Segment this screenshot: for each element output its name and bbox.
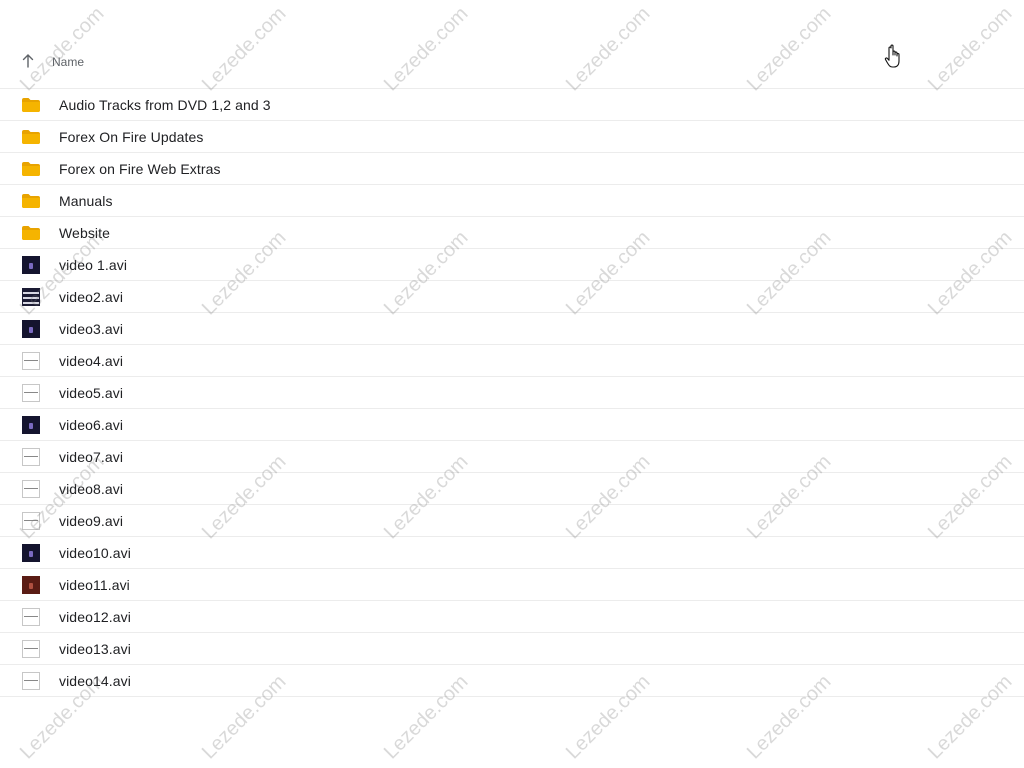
file-row[interactable]: video5.avi	[0, 377, 1024, 409]
name-column-header: Name	[52, 55, 85, 69]
file-row[interactable]: video14.avi	[0, 665, 1024, 697]
video-thumbnail-icon	[22, 512, 40, 530]
folder-row[interactable]: Manuals	[0, 185, 1024, 217]
file-name: video 1.avi	[59, 256, 128, 273]
file-name: video14.avi	[59, 672, 131, 689]
file-row[interactable]: video6.avi	[0, 409, 1024, 441]
file-row[interactable]: video3.avi	[0, 313, 1024, 345]
video-thumbnail-icon	[22, 672, 40, 690]
video-thumbnail-icon	[22, 448, 40, 466]
file-name: video12.avi	[59, 608, 131, 625]
list-header: Name	[0, 44, 1024, 89]
video-thumbnail-icon	[22, 416, 40, 434]
video-thumbnail-icon	[22, 256, 40, 274]
file-name: video2.avi	[59, 288, 124, 305]
file-row[interactable]: video13.avi	[0, 633, 1024, 665]
video-thumbnail-icon	[22, 384, 40, 402]
file-row[interactable]: video4.avi	[0, 345, 1024, 377]
file-name: video5.avi	[59, 384, 124, 401]
folder-name: Forex on Fire Web Extras	[59, 160, 221, 177]
arrow-up-icon	[22, 53, 40, 71]
folder-icon	[22, 160, 40, 178]
file-row[interactable]: video 1.avi	[0, 249, 1024, 281]
video-thumbnail-icon	[22, 544, 40, 562]
file-name: video4.avi	[59, 352, 124, 369]
folder-name: Website	[59, 224, 111, 241]
folder-icon	[22, 224, 40, 242]
file-row[interactable]: video9.avi	[0, 505, 1024, 537]
video-thumbnail-icon	[22, 608, 40, 626]
file-row[interactable]: video10.avi	[0, 537, 1024, 569]
video-thumbnail-icon	[22, 480, 40, 498]
video-thumbnail-icon	[22, 320, 40, 338]
folder-name: Forex On Fire Updates	[59, 128, 204, 145]
folder-row[interactable]: Forex on Fire Web Extras	[0, 153, 1024, 185]
video-thumbnail-icon	[22, 640, 40, 658]
video-thumbnail-icon	[22, 288, 40, 306]
folder-icon	[22, 192, 40, 210]
file-browser: Name Audio Tracks from DVD 1,2 and 3 Fore…	[0, 0, 1024, 768]
sort-by-name-button[interactable]: Name	[22, 51, 84, 73]
file-name: video7.avi	[59, 448, 124, 465]
file-name: video10.avi	[59, 544, 131, 561]
folder-name: Audio Tracks from DVD 1,2 and 3	[59, 96, 271, 113]
file-row[interactable]: video8.avi	[0, 473, 1024, 505]
file-name: video11.avi	[59, 576, 130, 593]
folder-row[interactable]: Website	[0, 217, 1024, 249]
file-name: video3.avi	[59, 320, 124, 337]
file-name: video8.avi	[59, 480, 124, 497]
folder-row[interactable]: Forex On Fire Updates	[0, 121, 1024, 153]
folder-icon	[22, 96, 40, 114]
video-thumbnail-icon	[22, 352, 40, 370]
file-row[interactable]: video2.avi	[0, 281, 1024, 313]
video-thumbnail-icon	[22, 576, 40, 594]
folder-icon	[22, 128, 40, 146]
hand-pointer-icon	[884, 44, 904, 70]
folder-row[interactable]: Audio Tracks from DVD 1,2 and 3	[0, 89, 1024, 121]
file-name: video9.avi	[59, 512, 124, 529]
file-name: video6.avi	[59, 416, 124, 433]
file-row[interactable]: video7.avi	[0, 441, 1024, 473]
file-row[interactable]: video11.avi	[0, 569, 1024, 601]
file-list: Audio Tracks from DVD 1,2 and 3 Forex On …	[0, 89, 1024, 697]
file-name: video13.avi	[59, 640, 131, 657]
file-row[interactable]: video12.avi	[0, 601, 1024, 633]
folder-name: Manuals	[59, 192, 113, 209]
